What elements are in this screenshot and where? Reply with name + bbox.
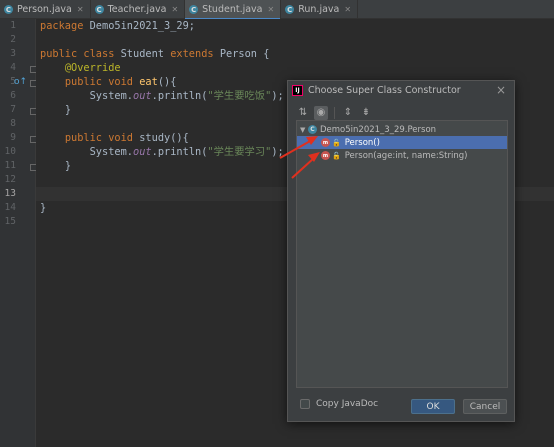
line-number: 13 (4, 188, 16, 199)
tab-label: Person.java (17, 4, 72, 15)
copy-javadoc-option[interactable]: Copy JavaDoc (300, 399, 378, 409)
tab-student-java[interactable]: C Student.java ✕ (185, 0, 282, 20)
ok-button[interactable]: OK (411, 399, 455, 414)
close-icon[interactable]: × (494, 83, 508, 97)
sort-icon[interactable]: ⇅ (296, 106, 310, 120)
class-icon: C (94, 5, 104, 14)
close-tab-icon[interactable]: ✕ (268, 5, 275, 14)
method-icon: m (321, 138, 330, 147)
copy-javadoc-label: Copy JavaDoc (316, 399, 379, 409)
class-icon: C (308, 125, 317, 134)
toolbar-separator (334, 107, 335, 119)
code-line-1: package Demo5in2021_3_29; (40, 20, 195, 32)
code-line-10: System.out.println("学生要学习"); (89, 146, 284, 158)
tab-label: Teacher.java (107, 4, 167, 15)
tab-teacher-java[interactable]: C Teacher.java ✕ (91, 0, 186, 19)
code-line-7: } (64, 104, 72, 116)
tab-run-java[interactable]: C Run.java ✕ (281, 0, 359, 19)
tree-item-person-default-constructor[interactable]: m 🔓 Person() (297, 136, 507, 149)
line-number: 12 (4, 174, 16, 185)
dialog-title: Choose Super Class Constructor (308, 85, 461, 96)
class-icon: C (189, 5, 199, 14)
choose-super-constructor-dialog: IJ Choose Super Class Constructor × ⇅ ◉ … (287, 80, 515, 422)
line-number: 4 (10, 62, 16, 73)
line-number: 15 (4, 216, 16, 227)
code-line-4: @Override (64, 62, 121, 74)
line-number: 11 (4, 160, 16, 171)
line-number: 1 (10, 20, 16, 31)
line-number: 14 (4, 202, 16, 213)
line-number: 2 (10, 34, 16, 45)
tab-person-java[interactable]: C Person.java ✕ (0, 0, 91, 19)
override-method-icon[interactable]: o↑ (14, 77, 27, 87)
class-icon: C (285, 5, 295, 14)
tree-item-label: Person() (344, 137, 380, 148)
code-line-9: public void study(){ (64, 132, 189, 144)
collapse-all-icon[interactable]: ⇟ (359, 106, 373, 120)
line-number: 10 (4, 146, 16, 157)
dialog-title-bar[interactable]: IJ Choose Super Class Constructor (288, 81, 514, 100)
tree-root-class[interactable]: ▼ C Demo5in2021_3_29.Person (297, 123, 507, 136)
public-visibility-icon: 🔓 (332, 151, 341, 160)
code-line-14: } (40, 202, 47, 214)
close-tab-icon[interactable]: ✕ (77, 5, 84, 14)
code-line-11: } (64, 160, 72, 172)
show-inherited-icon[interactable]: ◉ (314, 106, 328, 120)
line-number: 6 (10, 90, 16, 101)
code-line-5: public void eat(){ (64, 76, 177, 88)
tab-label: Student.java (202, 4, 263, 15)
line-number-gutter: 1 2 3 4 5 6 7 8 9 10 11 12 13 14 15 o↑ (0, 19, 37, 447)
close-tab-icon[interactable]: ✕ (171, 5, 178, 14)
line-number: 8 (10, 118, 16, 129)
tree-item-label: Person(age:int, name:String) (344, 150, 468, 161)
editor-tab-bar: C Person.java ✕ C Teacher.java ✕ C Stude… (0, 0, 554, 20)
class-icon: C (4, 5, 13, 14)
line-number: 3 (10, 48, 16, 59)
dialog-toolbar: ⇅ ◉ ⇕ ⇟ (296, 105, 373, 121)
line-number: 9 (10, 132, 16, 143)
method-icon: m (321, 151, 330, 160)
code-line-6: System.out.println("学生要吃饭"); (89, 90, 284, 102)
cancel-button[interactable]: Cancel (463, 399, 507, 414)
constructor-tree[interactable]: ▼ C Demo5in2021_3_29.Person m 🔓 Person()… (296, 120, 508, 388)
expand-arrow-icon[interactable]: ▼ (300, 126, 308, 134)
close-tab-icon[interactable]: ✕ (344, 5, 351, 14)
expand-all-icon[interactable]: ⇕ (341, 106, 355, 120)
code-line-3: public class Student extends Person { (40, 48, 270, 60)
copy-javadoc-checkbox[interactable] (300, 399, 310, 409)
tree-item-person-args-constructor[interactable]: m 🔓 Person(age:int, name:String) (297, 149, 507, 162)
line-number: 7 (10, 104, 16, 115)
tab-label: Run.java (298, 4, 340, 15)
tree-root-label: Demo5in2021_3_29.Person (320, 124, 437, 135)
intellij-logo-icon: IJ (292, 85, 303, 96)
public-visibility-icon: 🔓 (332, 138, 341, 147)
